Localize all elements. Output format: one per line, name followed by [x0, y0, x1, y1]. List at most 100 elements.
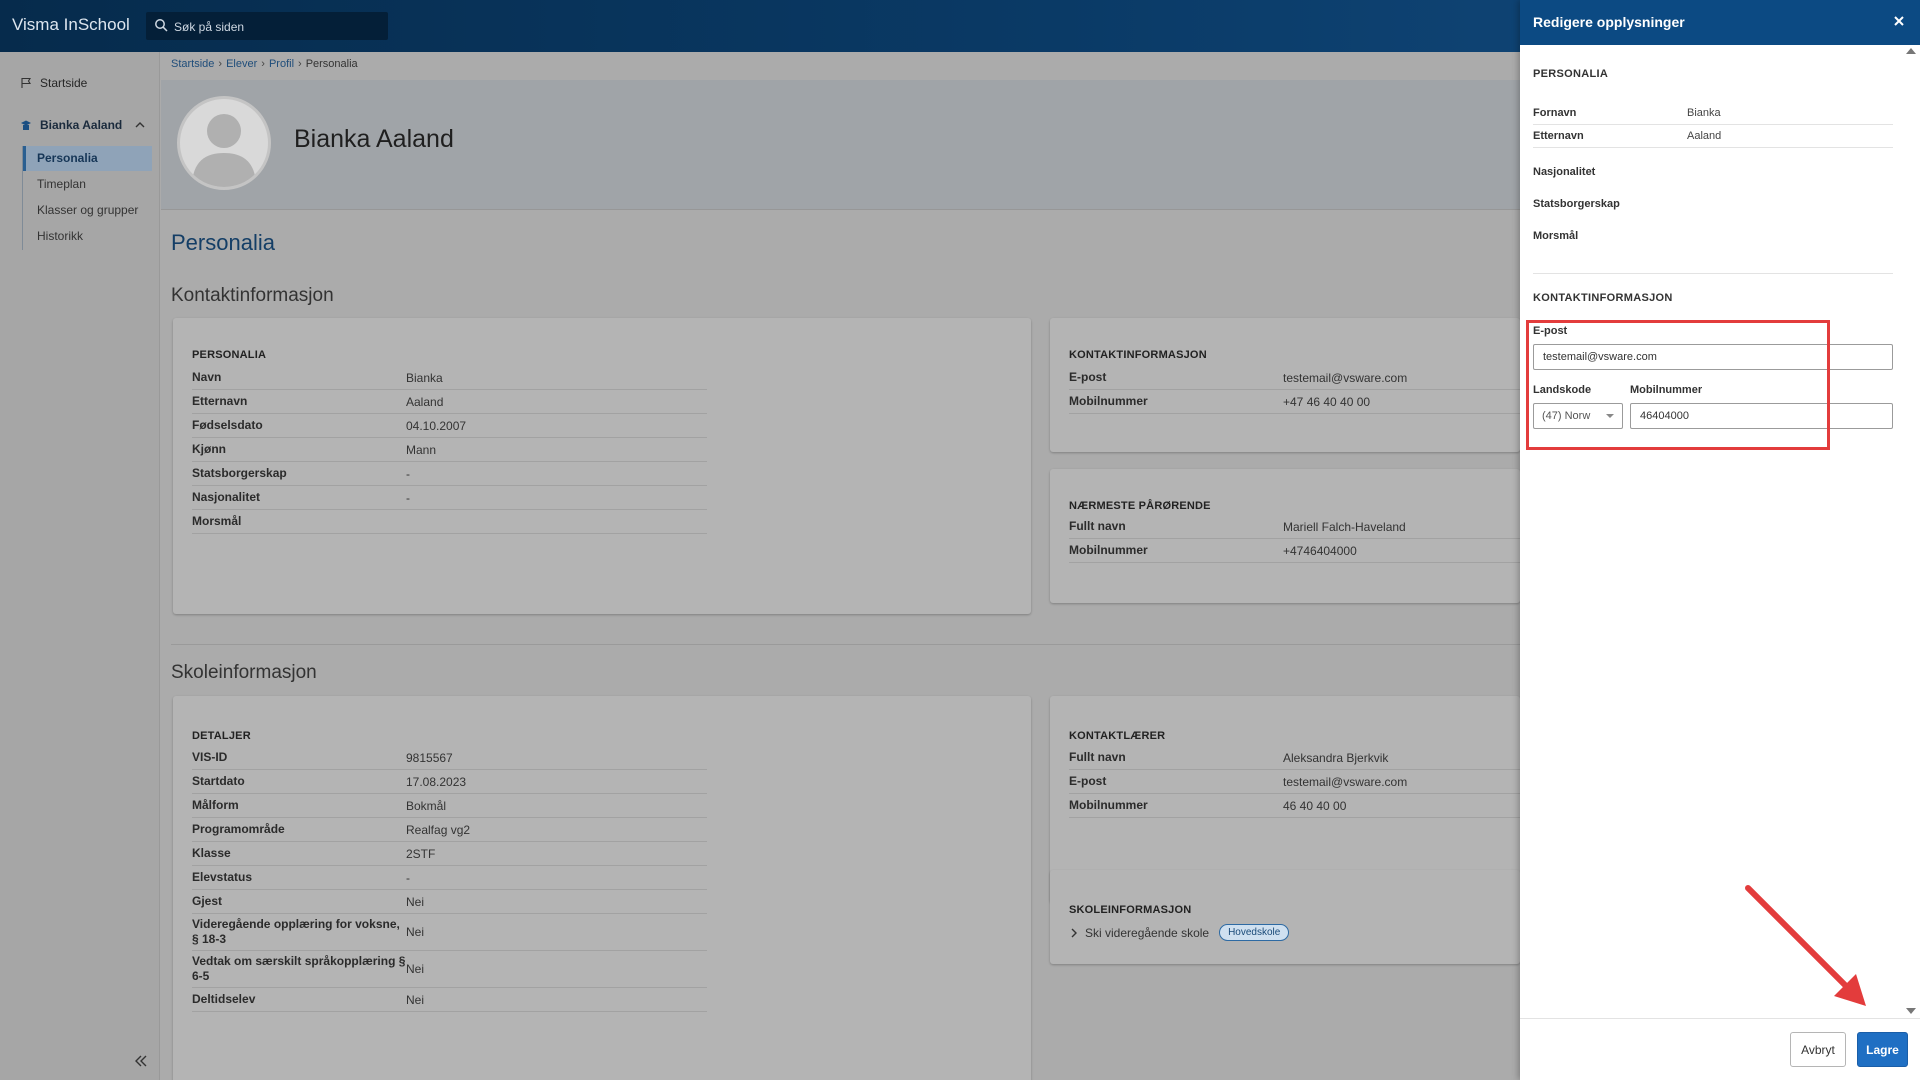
section-title-contact: KONTAKTINFORMASJON: [1533, 292, 1673, 304]
app-brand[interactable]: Visma InSchool: [12, 15, 130, 35]
profile-header: Bianka Aaland: [161, 80, 1520, 210]
sidebar-item-personalia[interactable]: Personalia: [23, 146, 152, 171]
scroll-down-icon[interactable]: [1906, 1008, 1916, 1014]
row-value: Mann: [406, 442, 437, 457]
drawer-row: Fornavn Bianka: [1533, 102, 1893, 125]
table-row: Mobilnummer +4746404000: [1069, 539, 1584, 563]
table-row: Mobilnummer 46 40 40 00: [1069, 794, 1584, 818]
table-row: Målform Bokmål: [192, 794, 707, 818]
row-key: Videregående opplæring for voksne, § 18-…: [192, 917, 400, 946]
row-key: Mobilnummer: [1069, 543, 1148, 557]
row-value: Realfag vg2: [406, 822, 471, 837]
sidebar-item-startside[interactable]: Startside: [20, 72, 87, 94]
table-row: Vedtak om særskilt språkopplæring § 6-5 N…: [192, 951, 707, 988]
card-title: SKOLEINFORMASJON: [1069, 904, 1192, 916]
row-value: Mariell Falch-Haveland: [1283, 519, 1406, 534]
chevron-right-icon: ›: [298, 58, 302, 70]
search-icon: [155, 19, 168, 32]
drawer-title: Redigere opplysninger: [1533, 14, 1685, 30]
row-value: -: [406, 490, 410, 505]
search-placeholder[interactable]: Søk på siden: [174, 20, 244, 34]
row-value: +47 46 40 40 00: [1283, 394, 1371, 409]
table-row: Fullt navn Mariell Falch-Haveland: [1069, 515, 1584, 539]
relative-rows: Fullt navn Mariell Falch-Haveland Mobilnu…: [1069, 515, 1584, 563]
row-key: Fullt navn: [1069, 750, 1126, 764]
row-value: Nei: [406, 894, 425, 909]
search-field[interactable]: Søk på siden: [146, 12, 388, 40]
close-icon[interactable]: [1891, 13, 1907, 29]
relative-card: NÆRMESTE PÅRØRENDE Fullt navn Mariell Fal…: [1050, 469, 1584, 603]
table-row: Programområde Realfag vg2: [192, 818, 707, 842]
card-title: KONTAKTINFORMASJON: [1069, 349, 1207, 361]
row-value: 17.08.2023: [406, 774, 467, 789]
row-value: Bokmål: [406, 798, 447, 813]
personalia-card: PERSONALIA Navn Bianka Etternavn Aaland Fø…: [173, 318, 1031, 614]
row-value: Nei: [406, 925, 425, 939]
school-heading: Skoleinformasjon: [171, 662, 317, 683]
details-card: DETALJER VIS-ID 9815567 Startdato 17.08.20…: [173, 696, 1031, 1080]
breadcrumb-current: Personalia: [305, 58, 358, 70]
mother-tongue-label: Morsmål: [1533, 230, 1579, 242]
sidebar-item-historikk[interactable]: Historikk: [23, 224, 152, 249]
chevron-up-icon[interactable]: [134, 119, 146, 131]
table-row: Elevstatus -: [192, 866, 707, 890]
contact-rows: E-post testemail@vsware.com Mobilnummer +4…: [1069, 366, 1584, 414]
table-row: Deltidselev Nei: [192, 988, 707, 1012]
chevron-right-icon: ›: [218, 58, 223, 70]
drawer-row: Etternavn Aaland: [1533, 125, 1893, 148]
sidebar-item-klasser[interactable]: Klasser og grupper: [23, 198, 152, 223]
sidebar-item-label: Startside: [40, 76, 88, 90]
page-title: Personalia: [171, 230, 275, 255]
contact-heading: Kontaktinformasjon: [171, 285, 334, 306]
row-value: 2STF: [406, 846, 436, 861]
school-row[interactable]: Ski videregående skole Hovedskole: [1069, 924, 1290, 941]
row-value: 46 40 40 00: [1283, 798, 1347, 813]
sidebar-item-timeplan[interactable]: Timeplan: [23, 172, 152, 197]
chevron-right-icon: ›: [261, 58, 265, 70]
section-divider: [1533, 273, 1893, 274]
sidebar-item-label: Bianka Aaland: [40, 118, 123, 132]
row-key: Startdato: [192, 774, 245, 788]
row-key: E-post: [1069, 370, 1107, 384]
nationality-label: Nasjonalitet: [1533, 166, 1596, 178]
row-key: Mobilnummer: [1069, 394, 1148, 408]
collapse-sidebar-icon[interactable]: [132, 1052, 150, 1070]
details-rows: VIS-ID 9815567 Startdato 17.08.2023 Målfor…: [192, 746, 707, 1012]
table-row: Startdato 17.08.2023: [192, 770, 707, 794]
card-title: KONTAKTLÆRER: [1069, 730, 1166, 742]
scroll-up-icon[interactable]: [1906, 48, 1916, 54]
row-key: Morsmål: [192, 514, 242, 528]
sidebar-item-student[interactable]: Bianka Aaland: [20, 114, 146, 136]
personalia-rows: Navn Bianka Etternavn Aaland Fødselsdato 04…: [192, 366, 707, 534]
row-key: Deltidselev: [192, 992, 256, 1006]
student-icon: [21, 120, 31, 130]
card-title: DETALJER: [192, 730, 251, 742]
row-key: Gjest: [192, 894, 223, 908]
chevron-right-icon[interactable]: [1069, 928, 1079, 938]
table-row: Nasjonalitet -: [192, 486, 707, 510]
card-title: PERSONALIA: [192, 349, 267, 361]
row-value: Bianka: [1687, 107, 1721, 119]
row-key: Fullt navn: [1069, 519, 1126, 533]
citizenship-label: Statsborgerskap: [1533, 198, 1620, 210]
row-value: -: [406, 466, 410, 481]
row-key: Klasse: [192, 846, 231, 860]
flag-icon: [21, 77, 31, 88]
cancel-button[interactable]: Avbryt: [1790, 1032, 1846, 1067]
save-button[interactable]: Lagre: [1857, 1032, 1908, 1067]
table-row: Statsborgerskap -: [192, 462, 707, 486]
table-row: Etternavn Aaland: [192, 390, 707, 414]
avatar: [177, 96, 271, 190]
table-row: Klasse 2STF: [192, 842, 707, 866]
table-row: Fødselsdato 04.10.2007: [192, 414, 707, 438]
breadcrumb-elever[interactable]: Elever: [226, 58, 257, 70]
row-value: Bianka: [406, 370, 443, 385]
main-content: Startside › Elever › Profil › Personalia Bi…: [161, 52, 1584, 1080]
breadcrumb-profil[interactable]: Profil: [269, 58, 294, 70]
section-divider: [171, 644, 1520, 645]
table-row: E-post testemail@vsware.com: [1069, 770, 1584, 794]
table-row: Mobilnummer +47 46 40 40 00: [1069, 390, 1584, 414]
row-key: Etternavn: [192, 394, 248, 408]
breadcrumb-startside[interactable]: Startside: [171, 58, 214, 70]
card-title: NÆRMESTE PÅRØRENDE: [1069, 500, 1211, 512]
